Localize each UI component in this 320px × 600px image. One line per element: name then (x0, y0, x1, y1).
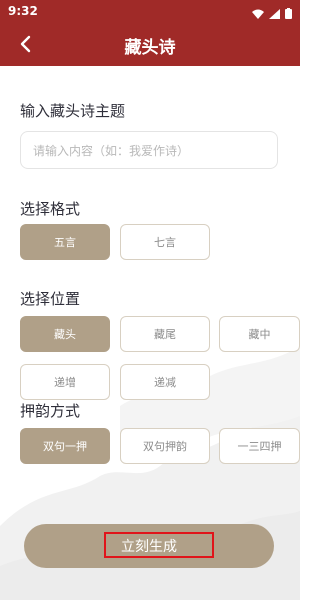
main-content: 输入藏头诗主题 请输入内容（如：我爱作诗） 选择格式 五言 七言 选择位置 藏头… (0, 66, 300, 600)
position-option-increase[interactable]: 递增 (20, 364, 110, 400)
theme-input[interactable]: 请输入内容（如：我爱作诗） (20, 131, 278, 169)
page-title: 藏头诗 (124, 38, 176, 58)
wifi-icon (252, 4, 264, 23)
status-bar: 9:32 (0, 0, 300, 22)
rhyme-option-double-rhyme[interactable]: 双句押韵 (120, 428, 210, 464)
position-option-middle[interactable]: 藏中 (219, 316, 300, 352)
rhyme-section-title: 押韵方式 (20, 402, 81, 420)
format-section-title: 选择格式 (20, 200, 81, 218)
generate-button-highlight (104, 532, 214, 558)
app-bar: 藏头诗 (0, 22, 300, 66)
position-option-head[interactable]: 藏头 (20, 316, 110, 352)
position-option-decrease[interactable]: 递减 (120, 364, 210, 400)
generate-button[interactable]: 立刻生成 (24, 524, 274, 568)
signal-icon (269, 4, 280, 23)
status-time: 9:32 (8, 4, 38, 18)
format-option-five-char[interactable]: 五言 (20, 224, 110, 260)
rhyme-option-one-three-four[interactable]: 一三四押 (219, 428, 300, 464)
format-option-seven-char[interactable]: 七言 (120, 224, 210, 260)
status-icons (252, 4, 292, 23)
input-section-title: 输入藏头诗主题 (20, 102, 126, 120)
battery-icon (285, 4, 292, 23)
rhyme-option-double-one[interactable]: 双句一押 (20, 428, 110, 464)
position-option-tail[interactable]: 藏尾 (120, 316, 210, 352)
position-section-title: 选择位置 (20, 290, 81, 308)
theme-input-placeholder: 请输入内容（如：我爱作诗） (33, 143, 190, 158)
